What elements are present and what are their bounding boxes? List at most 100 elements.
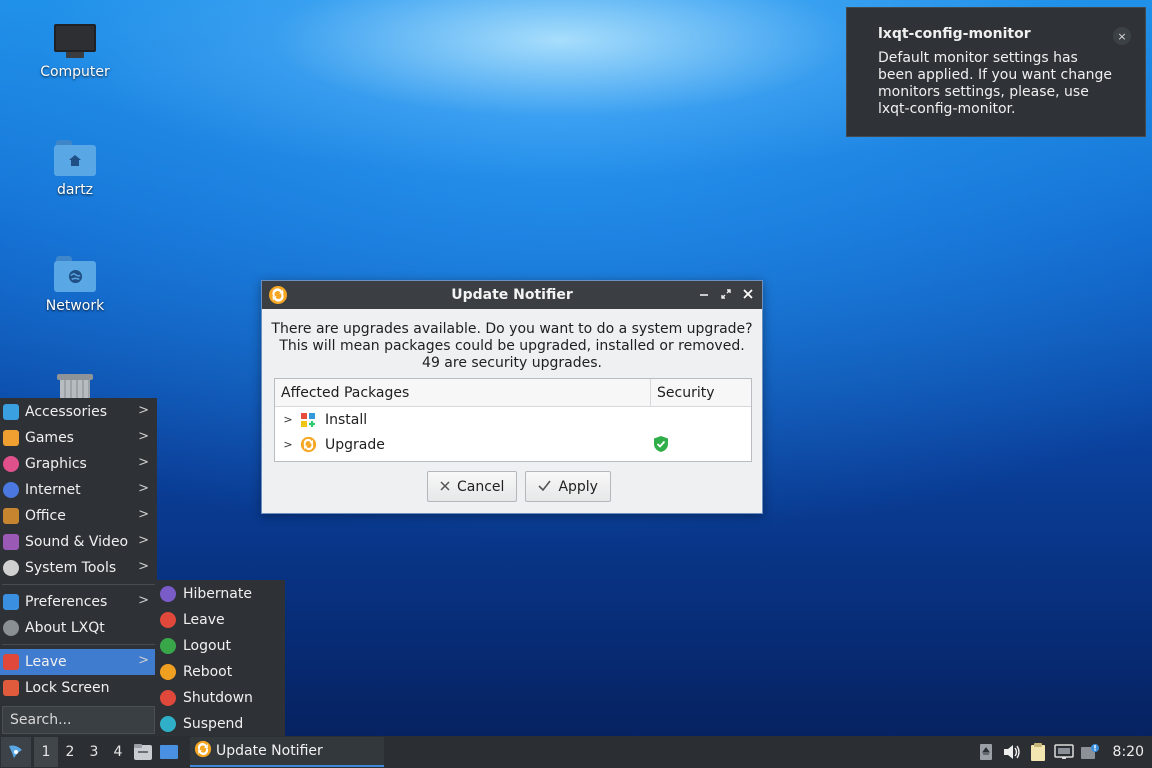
desktop-4-button[interactable]: 4 — [106, 737, 130, 767]
cancel-button[interactable]: Cancel — [427, 471, 518, 502]
submenu-item-label: Reboot — [183, 664, 233, 680]
menu-item-label: About LXQt — [25, 620, 105, 636]
maximize-icon[interactable] — [718, 285, 734, 303]
menu-search-input[interactable]: Search... — [2, 706, 155, 734]
chevron-right-icon: > — [138, 653, 149, 668]
chevron-right-icon: > — [138, 533, 149, 548]
menu-item-leave[interactable]: Leave > — [0, 649, 157, 675]
column-header-security[interactable]: Security — [651, 379, 721, 406]
taskbar: 1 2 3 4 Update Notifier 8:20 — [0, 736, 1152, 768]
submenu-item-hibernate[interactable]: Hibernate — [155, 581, 285, 607]
menu-item-label: Accessories — [25, 404, 108, 420]
hibernate-icon — [160, 586, 176, 602]
office-icon — [3, 508, 19, 524]
menu-item-sound-video[interactable]: Sound & Video > — [0, 529, 157, 555]
column-header-affected-packages[interactable]: Affected Packages — [275, 379, 651, 406]
dialog-message: There are upgrades available. Do you wan… — [262, 321, 762, 372]
desktop-icon-label: dartz — [56, 182, 94, 198]
menu-item-internet[interactable]: Internet > — [0, 477, 157, 503]
dialog-titlebar[interactable]: Update Notifier — [262, 281, 762, 309]
submenu-item-shutdown[interactable]: Shutdown — [155, 685, 285, 711]
start-menu-button[interactable] — [1, 737, 31, 767]
menu-item-system-tools[interactable]: System Tools > — [0, 555, 157, 581]
menu-item-graphics[interactable]: Graphics > — [0, 451, 157, 477]
menu-item-office[interactable]: Office > — [0, 503, 157, 529]
chevron-right-icon: > — [138, 507, 149, 522]
upgrade-icon — [299, 436, 317, 454]
sound-video-icon — [3, 534, 19, 550]
info-icon — [3, 620, 19, 636]
graphics-icon — [3, 456, 19, 472]
cancel-button-label: Cancel — [457, 478, 505, 495]
chevron-right-icon: > — [138, 429, 149, 444]
menu-item-label: System Tools — [25, 560, 117, 576]
system-tools-icon — [3, 560, 19, 576]
expand-chevron-icon[interactable]: > — [277, 413, 299, 426]
menu-item-label: Games — [25, 430, 74, 446]
power-icon — [3, 654, 19, 670]
chevron-right-icon: > — [138, 593, 149, 608]
table-row-install[interactable]: > Install — [275, 407, 751, 432]
submenu-item-leave[interactable]: Leave — [155, 607, 285, 633]
desktop-icon-computer[interactable]: Computer — [20, 24, 130, 80]
leave-submenu: Hibernate Leave Logout Reboot Shutdown S… — [155, 580, 285, 736]
affected-packages-table: Affected Packages Security > Install > U… — [274, 378, 752, 462]
notification-close-button[interactable]: × — [1113, 27, 1131, 45]
menu-item-games[interactable]: Games > — [0, 425, 157, 451]
submenu-item-label: Hibernate — [183, 586, 252, 602]
cancel-x-icon — [440, 479, 450, 495]
apply-button-label: Apply — [558, 478, 598, 495]
menu-item-lock-screen[interactable]: Lock Screen — [0, 675, 157, 701]
desktop-icon-home[interactable]: dartz — [20, 140, 130, 198]
menu-item-label: Preferences — [25, 594, 108, 610]
close-icon[interactable] — [740, 285, 756, 303]
chevron-right-icon: > — [138, 481, 149, 496]
file-manager-launcher[interactable] — [130, 737, 156, 767]
expand-chevron-icon[interactable]: > — [277, 438, 299, 451]
system-tray: 8:20 — [973, 736, 1152, 768]
clipboard-icon[interactable] — [1025, 737, 1051, 767]
clock[interactable]: 8:20 — [1113, 744, 1144, 760]
submenu-item-label: Logout — [183, 638, 231, 654]
update-tray-icon[interactable] — [1077, 737, 1103, 767]
minimize-icon[interactable] — [696, 285, 712, 303]
chevron-right-icon: > — [138, 559, 149, 574]
install-icon — [299, 411, 317, 429]
taskbar-task-update-notifier[interactable]: Update Notifier — [190, 737, 384, 767]
desktop-3-button[interactable]: 3 — [82, 737, 106, 767]
submenu-item-logout[interactable]: Logout — [155, 633, 285, 659]
chevron-right-icon: > — [138, 455, 149, 470]
submenu-item-reboot[interactable]: Reboot — [155, 659, 285, 685]
submenu-item-suspend[interactable]: Suspend — [155, 711, 285, 737]
menu-item-accessories[interactable]: Accessories > — [0, 399, 157, 425]
apply-button[interactable]: Apply — [525, 471, 611, 502]
internet-icon — [3, 482, 19, 498]
notification-popup[interactable]: lxqt-config-monitor Default monitor sett… — [846, 7, 1146, 137]
update-notifier-app-icon — [268, 285, 288, 309]
menu-item-label: Sound & Video — [25, 534, 129, 550]
logout-icon — [160, 638, 176, 654]
chevron-right-icon: > — [138, 403, 149, 418]
show-desktop-button[interactable] — [156, 737, 182, 767]
menu-item-label: Graphics — [25, 456, 87, 472]
file-manager-icon — [134, 744, 152, 760]
volume-icon[interactable] — [999, 737, 1025, 767]
network-icon[interactable] — [1051, 737, 1077, 767]
update-notifier-dialog: Update Notifier There are upgrades avail… — [261, 280, 763, 514]
taskbar-task-label: Update Notifier — [216, 743, 323, 759]
menu-item-about-lxqt[interactable]: About LXQt — [0, 615, 157, 641]
table-row-upgrade[interactable]: > Upgrade — [275, 432, 751, 457]
dialog-message-line: There are upgrades available. Do you wan… — [271, 321, 753, 337]
desktop-icon-label: Computer — [40, 64, 110, 80]
menu-item-label: Internet — [25, 482, 81, 498]
desktop-icon-network[interactable]: Network — [20, 256, 130, 314]
table-header: Affected Packages Security — [275, 379, 751, 407]
submenu-item-label: Shutdown — [183, 690, 253, 706]
desktop-2-button[interactable]: 2 — [58, 737, 82, 767]
desktop-1-button[interactable]: 1 — [34, 737, 58, 767]
submenu-item-label: Suspend — [183, 716, 244, 732]
eject-icon[interactable] — [973, 737, 999, 767]
row-label: Install — [325, 411, 368, 428]
notification-title: lxqt-config-monitor — [878, 26, 1031, 42]
menu-item-preferences[interactable]: Preferences > — [0, 589, 157, 615]
